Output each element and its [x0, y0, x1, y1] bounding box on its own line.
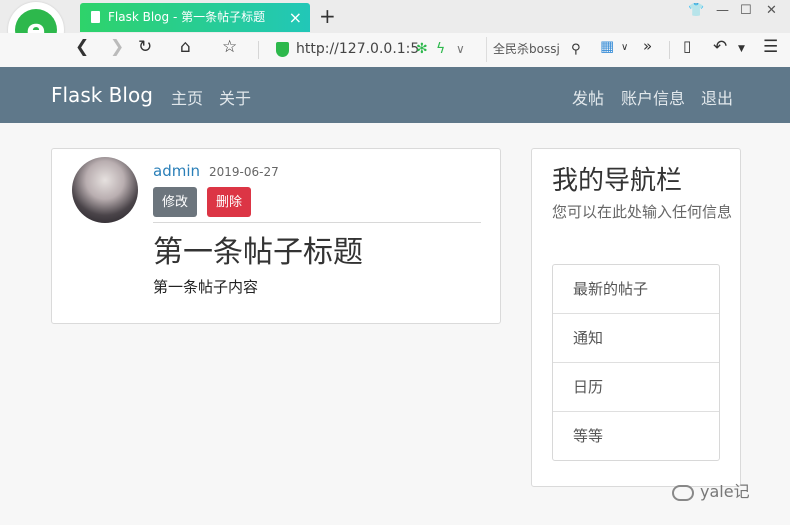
- phone-icon[interactable]: ▯: [683, 37, 691, 55]
- edit-button[interactable]: 修改: [153, 187, 198, 217]
- post-title: 第一条帖子标题: [153, 235, 363, 270]
- refresh-icon[interactable]: ↻: [138, 37, 152, 57]
- nav-about[interactable]: 关于: [219, 85, 251, 109]
- maximize-icon[interactable]: ☐: [740, 3, 752, 18]
- divider: [153, 222, 481, 223]
- document-icon: [91, 11, 100, 23]
- undo-dropdown-icon[interactable]: ▼: [738, 44, 745, 54]
- sidebar-item-latest-posts[interactable]: 最新的帖子: [553, 265, 719, 314]
- sidebar-item-calendar[interactable]: 日历: [553, 363, 719, 412]
- skin-icon[interactable]: 👕: [688, 3, 704, 18]
- chevron-down-icon[interactable]: ∨: [456, 37, 465, 62]
- search-icon[interactable]: ⚲: [571, 37, 581, 62]
- brand-link[interactable]: Flask Blog: [51, 83, 153, 107]
- site-navbar: Flask Blog 主页 关于 发帖 账户信息 退出: [0, 67, 790, 123]
- divider: [258, 41, 259, 59]
- address-bar[interactable]: http://127.0.0.1:5 ✻ ϟ ∨: [268, 37, 476, 62]
- nav-account[interactable]: 账户信息: [621, 85, 685, 109]
- watermark-text: yale记: [700, 482, 750, 501]
- home-icon[interactable]: ⌂: [180, 37, 191, 57]
- speed-icon[interactable]: ✻: [416, 37, 428, 62]
- browser-chrome: e Flask Blog - 第一条帖子标题 × + 👕 — ☐ ✕ ❮ ❯ ↻…: [0, 0, 790, 67]
- toolbar: ❮ ❯ ↻ ⌂ ☆ http://127.0.0.1:5 ✻ ϟ ∨ 全民杀bo…: [0, 33, 790, 67]
- search-text: 全民杀bossj: [493, 42, 560, 56]
- url-text: http://127.0.0.1:5: [296, 41, 420, 57]
- lightning-icon[interactable]: ϟ: [436, 37, 445, 62]
- post-author-link[interactable]: admin: [153, 162, 200, 180]
- sidebar-card: 我的导航栏 您可以在此处输入任何信息 最新的帖子 通知 日历 等等: [531, 148, 741, 487]
- sidebar-title: 我的导航栏: [552, 166, 683, 196]
- forward-icon[interactable]: ❯: [110, 37, 124, 57]
- tab-title: Flask Blog - 第一条帖子标题: [108, 10, 266, 24]
- post-card: admin 2019-06-27 修改 删除 第一条帖子标题 第一条帖子内容: [51, 148, 501, 324]
- star-icon[interactable]: ☆: [222, 37, 237, 57]
- sidebar-list: 最新的帖子 通知 日历 等等: [552, 264, 720, 461]
- tab-active[interactable]: Flask Blog - 第一条帖子标题 ×: [80, 3, 310, 32]
- sidebar-description: 您可以在此处输入任何信息: [552, 203, 733, 221]
- watermark: yale记: [672, 478, 750, 502]
- nav-new-post[interactable]: 发帖: [572, 85, 604, 109]
- tab-close-icon[interactable]: ×: [289, 3, 302, 32]
- new-tab-button[interactable]: +: [319, 4, 336, 28]
- back-icon[interactable]: ❮: [75, 37, 89, 57]
- post-date: 2019-06-27: [209, 165, 279, 179]
- sidebar-item-etc[interactable]: 等等: [553, 412, 719, 461]
- post-content: 第一条帖子内容: [153, 278, 259, 296]
- nav-home[interactable]: 主页: [171, 85, 203, 109]
- more-icon[interactable]: »: [643, 37, 652, 55]
- search-input[interactable]: 全民杀bossj ⚲: [486, 37, 586, 62]
- menu-icon[interactable]: ☰: [763, 37, 778, 57]
- divider: [669, 41, 670, 59]
- wechat-icon: [672, 484, 694, 501]
- delete-button[interactable]: 删除: [207, 187, 252, 217]
- apps-icon[interactable]: ▦: [600, 37, 614, 55]
- avatar: [72, 157, 138, 223]
- minimize-icon[interactable]: —: [716, 3, 729, 18]
- shield-icon: [276, 42, 289, 57]
- undo-icon[interactable]: ↶: [713, 37, 727, 57]
- apps-dropdown-icon[interactable]: ∨: [621, 42, 628, 53]
- nav-logout[interactable]: 退出: [701, 85, 733, 109]
- sidebar-item-notifications[interactable]: 通知: [553, 314, 719, 363]
- close-window-icon[interactable]: ✕: [766, 3, 777, 18]
